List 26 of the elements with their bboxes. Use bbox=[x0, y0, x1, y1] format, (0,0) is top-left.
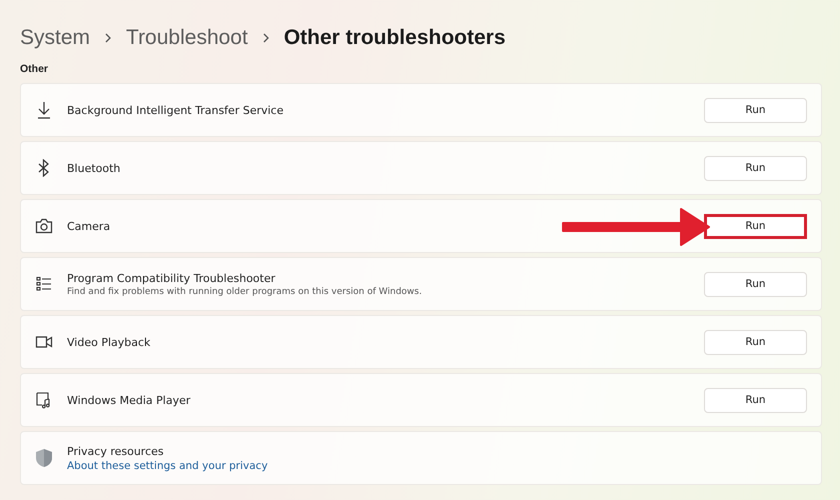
troubleshooter-title: Program Compatibility Troubleshooter bbox=[67, 272, 276, 284]
troubleshooter-title: Windows Media Player bbox=[67, 394, 190, 406]
troubleshooter-description: Find and fix problems with running older programs on this version of Windows. bbox=[67, 286, 422, 296]
download-icon bbox=[35, 101, 53, 119]
breadcrumb-item[interactable]: System bbox=[20, 26, 90, 50]
run-button[interactable]: Run bbox=[704, 388, 807, 412]
breadcrumb-item: Other troubleshooters bbox=[284, 26, 506, 50]
chevron-icon bbox=[104, 32, 112, 44]
video-icon bbox=[35, 335, 53, 349]
troubleshooter-title: Background Intelligent Transfer Service bbox=[67, 104, 284, 116]
privacy-link[interactable]: About these settings and your privacy bbox=[67, 460, 268, 472]
chevron-icon bbox=[262, 32, 270, 44]
troubleshooter-title: Privacy resources bbox=[67, 444, 164, 458]
breadcrumb-item[interactable]: Troubleshoot bbox=[126, 26, 248, 50]
troubleshooter-title: Camera bbox=[67, 220, 110, 232]
run-button[interactable]: Run bbox=[704, 98, 807, 122]
run-button[interactable]: Run bbox=[704, 330, 807, 354]
troubleshooter-title: Video Playback bbox=[67, 336, 150, 348]
troubleshooter-title: Bluetooth bbox=[67, 162, 120, 174]
run-button[interactable]: Run bbox=[704, 214, 807, 238]
run-button[interactable]: Run bbox=[704, 156, 807, 180]
list-icon bbox=[35, 276, 53, 292]
section-title: Other bbox=[20, 63, 50, 75]
shield-icon bbox=[35, 448, 53, 468]
camera-icon bbox=[35, 218, 53, 234]
run-button[interactable]: Run bbox=[704, 272, 807, 296]
